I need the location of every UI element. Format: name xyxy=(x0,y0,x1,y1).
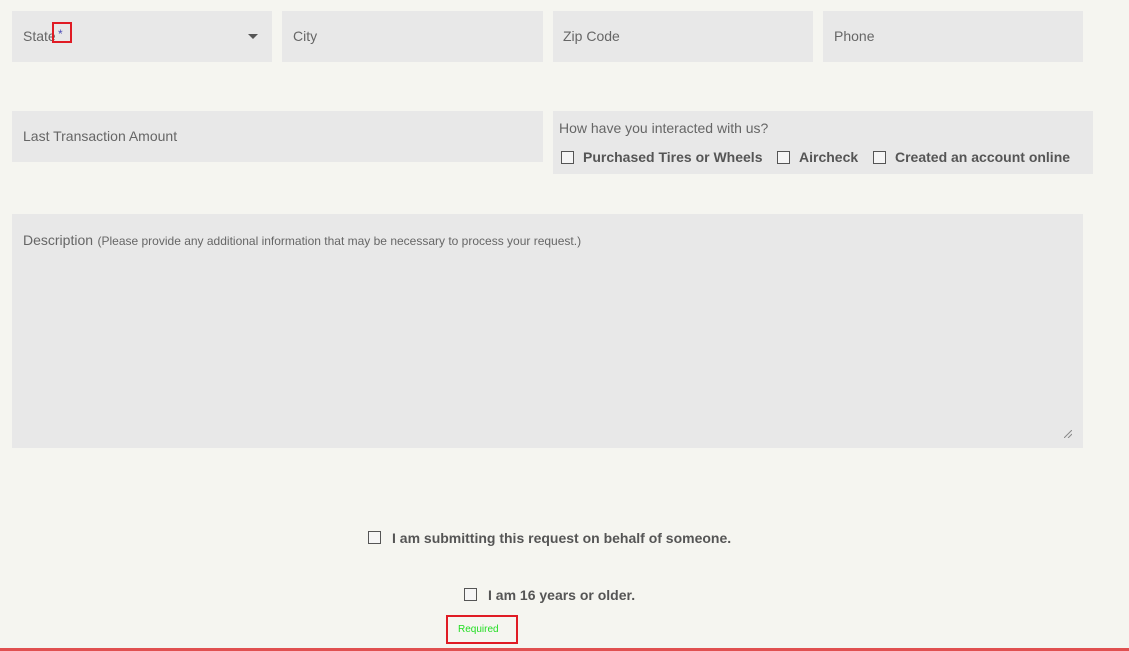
state-label: State xyxy=(23,28,56,44)
city-input[interactable]: City xyxy=(282,11,543,62)
chevron-down-icon xyxy=(248,34,258,39)
city-placeholder: City xyxy=(293,28,318,44)
zip-code-placeholder: Zip Code xyxy=(563,28,620,44)
resize-grip-icon[interactable] xyxy=(1064,430,1072,438)
description-hint: (Please provide any additional informati… xyxy=(97,234,582,248)
last-transaction-amount-placeholder: Last Transaction Amount xyxy=(23,128,178,144)
purchased-tires-label[interactable]: Purchased Tires or Wheels xyxy=(583,149,762,165)
interaction-question: How have you interacted with us? xyxy=(559,120,769,136)
state-required-highlight xyxy=(52,22,72,43)
phone-input[interactable]: Phone xyxy=(823,11,1083,62)
purchased-tires-checkbox[interactable] xyxy=(561,151,574,164)
age-16-checkbox[interactable] xyxy=(464,588,477,601)
description-textarea[interactable]: Description (Please provide any addition… xyxy=(12,214,1083,448)
state-select[interactable]: State * xyxy=(12,11,272,62)
description-label: Description (Please provide any addition… xyxy=(23,232,581,250)
created-account-checkbox[interactable] xyxy=(873,151,886,164)
on-behalf-checkbox[interactable] xyxy=(368,531,381,544)
created-account-label[interactable]: Created an account online xyxy=(895,149,1070,165)
on-behalf-label[interactable]: I am submitting this request on behalf o… xyxy=(392,530,731,546)
phone-placeholder: Phone xyxy=(834,28,875,44)
zip-code-input[interactable]: Zip Code xyxy=(553,11,813,62)
interaction-group: How have you interacted with us? Purchas… xyxy=(553,111,1093,174)
age-16-label[interactable]: I am 16 years or older. xyxy=(488,587,635,603)
aircheck-label[interactable]: Aircheck xyxy=(799,149,858,165)
aircheck-checkbox[interactable] xyxy=(777,151,790,164)
required-message: Required xyxy=(458,624,499,635)
last-transaction-amount-input[interactable]: Last Transaction Amount xyxy=(12,111,543,162)
description-label-text: Description xyxy=(23,232,94,248)
